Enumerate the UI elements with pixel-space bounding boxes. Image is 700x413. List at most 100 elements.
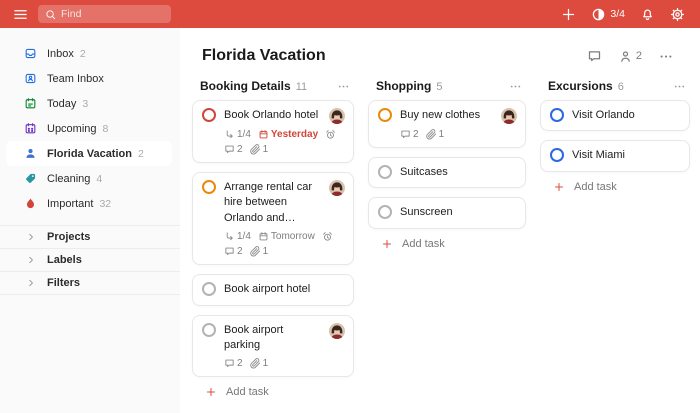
attachments-count: 1 [249, 246, 269, 258]
sidebar-group-projects[interactable]: Projects [0, 225, 180, 248]
sidebar-item-count: 32 [99, 197, 112, 210]
members-icon [618, 49, 633, 64]
assignee-avatar [329, 108, 345, 124]
add-task-button[interactable]: Add task [540, 181, 690, 193]
sidebar-item-important[interactable]: Important 32 [0, 191, 180, 216]
comments-count-label: 2 [237, 144, 243, 155]
task-card[interactable]: Visit Orlando [540, 100, 690, 132]
calendar-icon [258, 129, 269, 140]
task-title: Visit Miami [572, 149, 625, 162]
column-more-options-icon[interactable] [673, 80, 686, 93]
sidebar-item-count: 4 [96, 172, 103, 185]
search-placeholder: Find [61, 8, 82, 20]
task-row: Book airport hotel [202, 282, 345, 297]
sidebar-group-labels[interactable]: Labels [0, 248, 180, 271]
task-row: Book Orlando hotel [202, 108, 345, 124]
task-checkbox[interactable] [202, 180, 216, 194]
add-task-quick-icon[interactable] [561, 7, 576, 22]
task-checkbox[interactable] [202, 108, 216, 122]
sidebar-group-filters[interactable]: Filters [0, 271, 180, 294]
task-card[interactable]: Arrange rental car hire between Orlando … [192, 172, 354, 266]
sidebar-item-label: Upcoming [47, 122, 97, 135]
task-checkbox[interactable] [550, 108, 564, 122]
attachment-icon [249, 144, 261, 155]
subtasks-count: 1/4 [237, 129, 251, 140]
column-count: 5 [436, 81, 443, 93]
calendar-icon [258, 231, 269, 242]
attachments-count-label: 1 [438, 129, 445, 140]
column-name: Shopping [376, 79, 432, 93]
task-card[interactable]: Suitcases [368, 157, 526, 189]
task-checkbox[interactable] [202, 322, 216, 337]
attachments-count-label: 1 [262, 358, 269, 370]
sidebar-item-label: Team Inbox [47, 72, 104, 85]
project-actions: 2 [587, 49, 674, 64]
attachments-count-label: 1 [262, 246, 269, 258]
task-row: Visit Orlando [550, 108, 681, 123]
notifications-bell-icon[interactable] [640, 7, 655, 22]
members-button[interactable]: 2 [618, 49, 642, 64]
add-plus-icon [381, 238, 393, 250]
task-card[interactable]: Book Orlando hotel 1/4 Yesterday 2 1 [192, 100, 354, 163]
productivity-counter[interactable]: 3/4 [591, 7, 625, 22]
add-task-button[interactable]: Add task [192, 386, 354, 398]
add-task-button[interactable]: Add task [368, 238, 526, 250]
search-input[interactable]: Find [38, 5, 171, 23]
sidebar-item-team-inbox[interactable]: Team Inbox [0, 66, 180, 91]
task-checkbox[interactable] [378, 165, 392, 179]
app-window: Find 3/4 Inbox 2 Team Inbox Today 3 Upcoming 8… [0, 0, 700, 413]
kanban-board: Booking Details 11 Book Orlando hotel 1/4 Ye… [180, 79, 700, 398]
task-title: Visit Orlando [572, 109, 635, 121]
sidebar-item-label: Florida Vacation [47, 147, 132, 160]
task-card[interactable]: Sunscreen [368, 197, 526, 229]
comment-icon [224, 358, 235, 369]
sidebar-group-label: Labels [47, 254, 82, 266]
comment-icon [400, 129, 411, 140]
sidebar-item-florida-vacation[interactable]: Florida Vacation 2 [6, 141, 172, 166]
task-row: Arrange rental car hire between Orlando … [202, 180, 345, 226]
sidebar-item-today[interactable]: Today 3 [0, 91, 180, 116]
task-card[interactable]: Visit Miami [540, 140, 690, 172]
column-header: Shopping 5 [368, 79, 526, 100]
sidebar-item-cleaning[interactable]: Cleaning 4 [0, 166, 180, 191]
assignee-avatar [329, 180, 345, 196]
chevron-right-icon [26, 232, 36, 242]
task-meta: 1/4 Yesterday 2 1 [224, 129, 345, 155]
task-checkbox[interactable] [378, 108, 392, 122]
task-checkbox[interactable] [378, 205, 392, 220]
task-title: Sunscreen [400, 206, 453, 219]
settings-gear-icon[interactable] [670, 7, 685, 22]
sidebar-item-count: 2 [137, 147, 144, 160]
attachment-icon [249, 246, 261, 257]
add-task-label: Add task [402, 237, 445, 250]
column-more-options-icon[interactable] [509, 80, 522, 93]
task-checkbox[interactable] [202, 282, 216, 297]
task-card[interactable]: Book airport parking 2 1 [192, 314, 354, 378]
add-task-label: Add task [574, 180, 617, 193]
task-title: Book Orlando hotel [224, 109, 319, 121]
due-date-label: Yesterday [270, 129, 319, 140]
flame-icon [24, 197, 37, 210]
task-title: Buy new clothes [400, 109, 481, 121]
sidebar-item-upcoming[interactable]: Upcoming 8 [0, 116, 180, 141]
attachment-icon [249, 358, 261, 369]
task-row: Sunscreen [378, 205, 517, 220]
hamburger-menu-icon[interactable] [13, 7, 28, 22]
subtasks-count: 1/4 [237, 231, 251, 243]
task-checkbox[interactable] [550, 148, 564, 163]
board-column-excursions: Excursions 6 Visit Orlando Visit Miami Add t… [540, 79, 690, 193]
column-more-options-icon[interactable] [337, 80, 350, 93]
sidebar-group-label: Projects [47, 231, 91, 243]
comment-icon [224, 144, 235, 155]
attachments-count: 1 [249, 144, 268, 155]
sidebar: Inbox 2 Team Inbox Today 3 Upcoming 8 Florida V… [0, 28, 180, 413]
subtasks-icon [224, 129, 235, 140]
productivity-pie-icon [591, 7, 606, 22]
project-more-options-icon[interactable] [658, 49, 674, 64]
sidebar-item-count: 2 [79, 47, 86, 60]
task-card[interactable]: Buy new clothes 2 1 [368, 100, 526, 148]
task-card[interactable]: Book airport hotel [192, 274, 354, 306]
sidebar-item-inbox[interactable]: Inbox 2 [0, 41, 180, 66]
due-date: Yesterday [258, 129, 318, 140]
comments-icon[interactable] [587, 49, 602, 64]
